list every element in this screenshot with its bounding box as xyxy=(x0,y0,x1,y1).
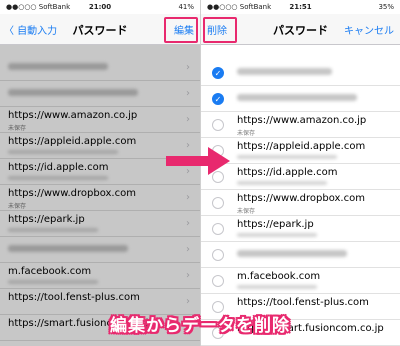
blurred-text xyxy=(237,155,337,159)
list-item[interactable]: https://epark.jp xyxy=(201,216,400,242)
battery-label: 35% xyxy=(378,3,394,11)
battery-label: 41% xyxy=(178,3,194,11)
site-url: https://tool.fenst-plus.com xyxy=(237,297,369,308)
blurred-text xyxy=(237,68,332,75)
list-item[interactable] xyxy=(201,242,400,268)
unchecked-circle-icon[interactable] xyxy=(212,249,224,261)
site-url: https://appleid.apple.com xyxy=(237,141,366,152)
status-bar: ●●○○○ SoftBank 21:51 35% xyxy=(201,0,400,14)
unchecked-circle-icon[interactable] xyxy=(212,223,224,235)
list-item[interactable]: https://id.apple.com xyxy=(201,164,400,190)
time-label: 21:51 xyxy=(289,3,312,11)
cancel-button[interactable]: キャンセル xyxy=(344,22,394,37)
blurred-text xyxy=(237,285,317,289)
checkmark-icon[interactable]: ✓ xyxy=(212,93,224,105)
blurred-text xyxy=(237,181,327,185)
site-url: https://www.amazon.co.jp xyxy=(237,115,367,126)
site-note: 未保存 xyxy=(237,208,256,215)
site-note: 未保存 xyxy=(237,130,256,137)
blurred-text xyxy=(237,94,357,101)
site-url: https://www.dropbox.com xyxy=(237,193,365,204)
unchecked-circle-icon[interactable] xyxy=(212,197,224,209)
list-item[interactable]: https://www.dropbox.com 未保存 xyxy=(201,190,400,216)
unchecked-circle-icon[interactable] xyxy=(212,275,224,287)
checkmark-icon[interactable]: ✓ xyxy=(212,67,224,79)
list-item[interactable]: ✓ xyxy=(201,86,400,112)
arrow-right-icon xyxy=(166,147,230,175)
status-bar: ●●○○○ SoftBank 21:00 41% xyxy=(0,0,200,14)
delete-highlight-box xyxy=(203,17,237,43)
dim-overlay xyxy=(0,45,200,346)
password-list: ✓ ✓ https://www.amazon.co.jp 未保存 https:/… xyxy=(201,45,400,346)
list-item[interactable]: m.facebook.com xyxy=(201,268,400,294)
site-url: https://id.apple.com xyxy=(237,167,338,178)
blurred-text xyxy=(237,250,347,257)
time-label: 21:00 xyxy=(88,3,112,11)
nav-bar: 削除 パスワード キャンセル xyxy=(201,14,400,45)
nav-bar: 〈 自動入力 パスワード 編集 xyxy=(0,14,200,45)
site-url: m.facebook.com xyxy=(237,271,321,282)
unchecked-circle-icon[interactable] xyxy=(212,119,224,131)
edit-highlight-box xyxy=(164,17,198,43)
caption-text: 編集からデータを削除 xyxy=(110,316,290,336)
list-item[interactable]: https://www.amazon.co.jp 未保存 xyxy=(201,112,400,138)
list-item[interactable]: https://appleid.apple.com xyxy=(201,138,400,164)
right-screen: ●●○○○ SoftBank 21:51 35% 削除 パスワード キャンセル … xyxy=(200,0,400,346)
site-url: https://epark.jp xyxy=(237,219,314,230)
blurred-text xyxy=(237,233,317,237)
list-item[interactable]: ✓ xyxy=(201,60,400,86)
